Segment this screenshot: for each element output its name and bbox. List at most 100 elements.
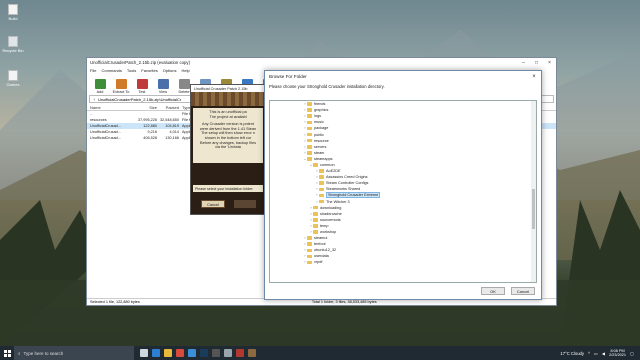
folder-icon bbox=[307, 242, 312, 246]
desktop-icon-games[interactable]: Games bbox=[2, 70, 24, 87]
folder-tree[interactable]: › friends › graphics › logs › music › package › pub… bbox=[269, 100, 537, 283]
notifications-icon[interactable]: ▢ bbox=[630, 351, 634, 356]
folder-icon bbox=[307, 151, 312, 155]
scrollbar-thumb[interactable] bbox=[532, 189, 535, 229]
file-explorer-icon[interactable] bbox=[164, 349, 172, 357]
ok-button[interactable]: OK bbox=[481, 287, 505, 295]
file-size: 122,880 bbox=[143, 124, 157, 128]
crusader-icon[interactable] bbox=[248, 349, 256, 357]
menu-commands[interactable]: Commands bbox=[101, 68, 121, 73]
tree-item-label: downloading bbox=[320, 205, 342, 210]
menu-help[interactable]: Help bbox=[182, 68, 190, 73]
desktop-icon-recycle-bin[interactable]: Recycle Bin bbox=[2, 36, 24, 53]
window-title: UnofficialCrusaderPatch_2.15b.zip (evalu… bbox=[90, 60, 190, 65]
installer-nav-arrows[interactable] bbox=[234, 200, 256, 208]
search-placeholder: Type here to search bbox=[23, 350, 64, 356]
toolbar-label: Delete bbox=[178, 90, 190, 94]
folder-icon bbox=[307, 138, 312, 143]
task-view-icon[interactable] bbox=[140, 349, 148, 357]
system-tray: 17°C Cloudy ^ ▭ ◀ 8:08 PM 2/23/2021 ▢ bbox=[560, 349, 640, 358]
toolbar-add-button[interactable]: Add bbox=[91, 79, 109, 94]
tree-item-label: workshop bbox=[320, 230, 337, 235]
folder-icon bbox=[313, 211, 318, 216]
volume-icon[interactable]: ◀ bbox=[602, 351, 605, 356]
desktop-background: Build Recycle Bin Games UnofficialCrusad… bbox=[0, 0, 640, 346]
file-name: .. bbox=[90, 112, 93, 116]
tree-item-label: userdata bbox=[314, 254, 329, 259]
folder-icon bbox=[307, 157, 312, 161]
installer-cancel-button[interactable]: Cancel bbox=[201, 200, 225, 208]
close-button[interactable]: × bbox=[543, 60, 556, 66]
folder-icon bbox=[307, 254, 312, 259]
column-name[interactable]: Name bbox=[87, 105, 135, 110]
tree-item-label: graphics bbox=[314, 108, 329, 113]
tree-scrollbar[interactable] bbox=[531, 101, 536, 282]
tree-item-label: package bbox=[314, 126, 329, 131]
menu-options[interactable]: Options bbox=[163, 68, 177, 73]
menu-tools[interactable]: Tools bbox=[127, 68, 136, 73]
tree-item-label: resource bbox=[314, 138, 329, 143]
start-button[interactable] bbox=[0, 346, 14, 360]
toolbar-view-button[interactable]: View bbox=[154, 79, 172, 94]
weather-widget[interactable]: 17°C Cloudy bbox=[560, 351, 584, 356]
file-name: UnofficialCrusad... bbox=[90, 124, 121, 128]
menu-file[interactable]: File bbox=[90, 68, 96, 73]
winrar-titlebar[interactable]: UnofficialCrusaderPatch_2.15b.zip (evalu… bbox=[87, 58, 556, 67]
file-name: resources bbox=[90, 118, 107, 122]
file-size: 9,216 bbox=[147, 130, 157, 134]
settings-icon[interactable] bbox=[224, 349, 232, 357]
cancel-button[interactable]: Cancel bbox=[511, 287, 535, 295]
file-name: UnofficialCrusad... bbox=[90, 136, 121, 140]
desktop-icon-build[interactable]: Build bbox=[2, 4, 24, 21]
tree-item-label: vrpdf bbox=[314, 260, 323, 265]
path-up-icon[interactable]: ↑ bbox=[93, 97, 95, 102]
status-total: Total 1 folder, 3 files, 38,533,485 byte… bbox=[311, 300, 377, 304]
tree-item-label: steamapps bbox=[314, 156, 333, 161]
chrome-icon[interactable] bbox=[176, 349, 184, 357]
obs-icon[interactable] bbox=[212, 349, 220, 357]
toolbar-label: View bbox=[158, 90, 168, 94]
chevron-up-icon[interactable]: ^ bbox=[588, 351, 590, 356]
windows-icon bbox=[3, 349, 11, 357]
taskbar-search[interactable]: ⌕ Type here to search bbox=[14, 346, 134, 360]
toolbar-extract-button[interactable]: Extract To bbox=[112, 79, 130, 94]
clock[interactable]: 8:08 PM 2/23/2021 bbox=[609, 349, 626, 358]
steam-icon[interactable] bbox=[200, 349, 208, 357]
tree-item-label: steamui bbox=[314, 236, 328, 241]
store-icon[interactable] bbox=[188, 349, 196, 357]
folder-icon bbox=[307, 120, 312, 125]
tree-item-label: servers bbox=[314, 144, 327, 149]
menu-favorites[interactable]: Favorites bbox=[141, 68, 157, 73]
tree-item-label: steam bbox=[314, 150, 325, 155]
folder-icon bbox=[319, 199, 324, 204]
folder-icon bbox=[319, 193, 324, 198]
file-icon bbox=[8, 4, 18, 15]
tree-item-label: tenfoot bbox=[314, 242, 326, 247]
folder-icon bbox=[319, 187, 324, 192]
folder-icon bbox=[307, 114, 312, 119]
desktop-icon-label: Recycle Bin bbox=[2, 48, 24, 53]
tree-item[interactable]: › vrpdf bbox=[270, 259, 536, 265]
test-icon bbox=[136, 79, 148, 89]
browse-folder-dialog: Browse For Folder × Please choose your S… bbox=[264, 70, 542, 300]
edge-icon[interactable] bbox=[152, 349, 160, 357]
winrar-icon[interactable] bbox=[236, 349, 244, 357]
browse-title: Browse For Folder bbox=[269, 74, 307, 79]
file-name: UnofficialCrusad... bbox=[90, 130, 121, 134]
recycle-bin-icon bbox=[8, 36, 18, 47]
column-size[interactable]: Size bbox=[135, 105, 157, 110]
folder-icon bbox=[319, 181, 324, 186]
folder-icon bbox=[313, 205, 318, 210]
taskbar-apps bbox=[134, 349, 256, 357]
minimize-button[interactable]: – bbox=[517, 60, 530, 66]
browse-titlebar[interactable]: Browse For Folder × bbox=[265, 71, 541, 82]
close-icon[interactable]: × bbox=[527, 74, 541, 80]
view-icon bbox=[157, 79, 169, 89]
toolbar-test-button[interactable]: Test bbox=[133, 79, 151, 94]
maximize-button[interactable]: □ bbox=[530, 60, 543, 66]
network-icon[interactable]: ▭ bbox=[594, 351, 598, 356]
tree-item-label: temp bbox=[320, 223, 329, 228]
folder-icon bbox=[307, 260, 312, 265]
column-packed[interactable]: Packed bbox=[157, 105, 179, 110]
installer-titlebar[interactable]: Unofficial Crusader Patch 2.15b bbox=[191, 85, 265, 92]
